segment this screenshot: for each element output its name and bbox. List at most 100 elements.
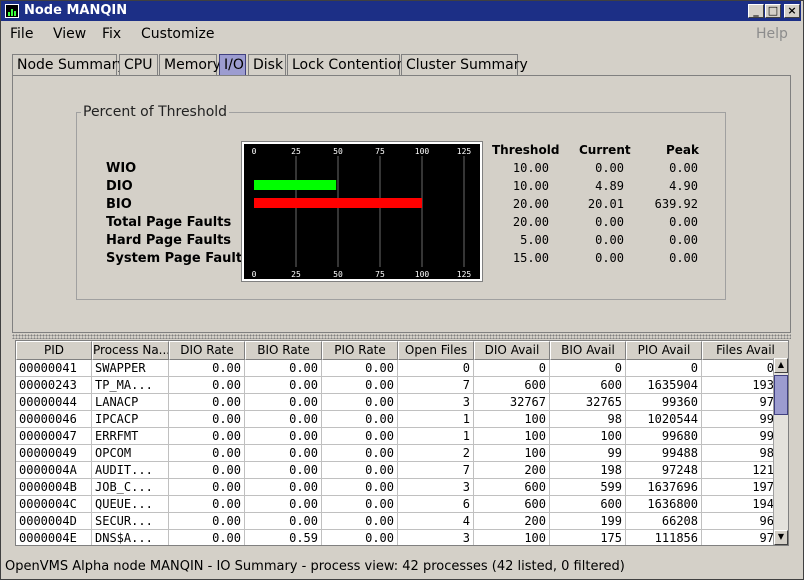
table-cell: 0 xyxy=(398,360,474,377)
table-cell: DNS$A... xyxy=(92,530,169,545)
table-cell: 3 xyxy=(398,479,474,496)
table-cell: 0.00 xyxy=(322,496,398,513)
table-row[interactable]: 0000004A AUDIT... 0.00 0.00 0.00 7 200 198 97248… xyxy=(16,462,788,479)
table-cell: 0 xyxy=(626,360,702,377)
header-bio-rate[interactable]: BIO Rate xyxy=(245,341,322,360)
total-page-faults-current: 0.00 xyxy=(595,215,624,229)
menu-file[interactable]: File xyxy=(10,26,33,42)
table-cell: 193 xyxy=(702,377,778,394)
metric-label-bio: BIO xyxy=(106,197,132,212)
header-pio-avail[interactable]: PIO Avail xyxy=(626,341,702,360)
table-cell: ERRFMT xyxy=(92,428,169,445)
minimize-button[interactable]: _ xyxy=(748,4,764,18)
table-cell: 1637696 xyxy=(626,479,702,496)
table-cell: 121 xyxy=(702,462,778,479)
table-row[interactable]: 00000049 OPCOM 0.00 0.00 0.00 2 100 99 99488 98 xyxy=(16,445,788,462)
table-cell: 600 xyxy=(550,377,626,394)
table-row[interactable]: 0000004D SECUR... 0.00 0.00 0.00 4 200 199 66208… xyxy=(16,513,788,530)
table-cell: 00000049 xyxy=(16,445,92,462)
tab-io[interactable]: I/O xyxy=(219,54,246,75)
tab-memory[interactable]: Memory xyxy=(159,54,221,75)
table-cell: 100 xyxy=(474,428,550,445)
table-cell: 0.00 xyxy=(169,496,245,513)
table-row[interactable]: 0000004E DNS$A... 0.00 0.59 0.00 3 100 175 11185… xyxy=(16,530,788,545)
table-cell: 100 xyxy=(474,445,550,462)
table-cell: 0.00 xyxy=(169,377,245,394)
chart-tick-label-top: 25 xyxy=(291,147,301,156)
scroll-thumb[interactable] xyxy=(774,375,788,415)
table-cell: 0.00 xyxy=(245,428,322,445)
chart-tick-label-bottom: 125 xyxy=(457,270,472,279)
header-pid[interactable]: PID xyxy=(16,341,92,360)
scroll-down-arrow-icon[interactable]: ▼ xyxy=(774,530,788,545)
table-cell: 7 xyxy=(398,462,474,479)
table-row[interactable]: 00000041 SWAPPER 0.00 0.00 0.00 0 0 0 0 0 xyxy=(16,360,788,377)
tab-cluster-summary[interactable]: Cluster Summary xyxy=(401,54,528,75)
tab-node-summary[interactable]: Node Summary xyxy=(12,54,126,75)
close-button[interactable]: × xyxy=(784,4,800,18)
table-cell: 0.00 xyxy=(169,530,245,545)
bio-current: 20.01 xyxy=(587,197,624,211)
table-cell: 0.00 xyxy=(322,428,398,445)
table-cell: LANACP xyxy=(92,394,169,411)
menu-fix[interactable]: Fix xyxy=(102,26,121,42)
table-cell: 0.00 xyxy=(169,360,245,377)
table-cell: 66208 xyxy=(626,513,702,530)
tab-cpu[interactable]: CPU xyxy=(119,54,158,75)
table-cell: 0.59 xyxy=(245,530,322,545)
tab-disk[interactable]: Disk xyxy=(248,54,286,75)
menu-view[interactable]: View xyxy=(53,26,86,42)
app-chart-icon xyxy=(5,4,19,18)
process-table: PID Process Na... DIO Rate BIO Rate PIO … xyxy=(15,340,789,546)
table-cell: 99680 xyxy=(626,428,702,445)
table-row[interactable]: 00000243 TP_MA... 0.00 0.00 0.00 7 600 600 16359… xyxy=(16,377,788,394)
table-cell: 32765 xyxy=(550,394,626,411)
table-row[interactable]: 00000044 LANACP 0.00 0.00 0.00 3 32767 32765 993… xyxy=(16,394,788,411)
dio-peak: 4.90 xyxy=(669,179,698,193)
chart-background xyxy=(244,144,480,279)
table-cell: SWAPPER xyxy=(92,360,169,377)
hard-page-faults-current: 0.00 xyxy=(595,233,624,247)
metric-label-system-page-faults: System Page Faults xyxy=(106,251,250,266)
table-row[interactable]: 00000046 IPCACP 0.00 0.00 0.00 1 100 98 1020544 9… xyxy=(16,411,788,428)
table-cell: IPCACP xyxy=(92,411,169,428)
chart-tick-label-top: 50 xyxy=(333,147,343,156)
table-vertical-scrollbar[interactable]: ▲ ▼ xyxy=(773,358,788,545)
maximize-button[interactable]: □ xyxy=(765,4,781,18)
table-cell: 0.00 xyxy=(169,462,245,479)
chart-tick-label-top: 75 xyxy=(375,147,385,156)
table-cell: 600 xyxy=(474,479,550,496)
header-process-name[interactable]: Process Na... xyxy=(92,341,169,360)
table-cell: 99 xyxy=(702,411,778,428)
table-cell: 0000004C xyxy=(16,496,92,513)
table-row[interactable]: 00000047 ERRFMT 0.00 0.00 0.00 1 100 100 99680 99 xyxy=(16,428,788,445)
chart-tick-label-bottom: 0 xyxy=(252,270,257,279)
chart-tick-label-bottom: 25 xyxy=(291,270,301,279)
table-cell: 97 xyxy=(702,394,778,411)
table-cell: 00000046 xyxy=(16,411,92,428)
table-cell: 0.00 xyxy=(322,445,398,462)
header-dio-avail[interactable]: DIO Avail xyxy=(474,341,550,360)
scroll-up-arrow-icon[interactable]: ▲ xyxy=(774,358,788,373)
header-dio-rate[interactable]: DIO Rate xyxy=(169,341,245,360)
header-open-files[interactable]: Open Files xyxy=(398,341,474,360)
table-cell: 0.00 xyxy=(322,479,398,496)
table-cell: 0.00 xyxy=(169,428,245,445)
wio-current: 0.00 xyxy=(595,161,624,175)
col-threshold-header: Threshold xyxy=(492,143,560,157)
wio-threshold: 10.00 xyxy=(512,161,549,175)
metric-label-wio: WIO xyxy=(106,161,137,176)
table-cell: 0.00 xyxy=(169,445,245,462)
table-cell: 4 xyxy=(398,513,474,530)
table-cell: 0.00 xyxy=(169,411,245,428)
table-cell: 0.00 xyxy=(245,445,322,462)
table-cell: SECUR... xyxy=(92,513,169,530)
table-row[interactable]: 0000004C QUEUE... 0.00 0.00 0.00 6 600 600 16368… xyxy=(16,496,788,513)
table-row[interactable]: 0000004B JOB_C... 0.00 0.00 0.00 3 600 599 16376… xyxy=(16,479,788,496)
menu-customize[interactable]: Customize xyxy=(141,26,215,42)
header-bio-avail[interactable]: BIO Avail xyxy=(550,341,626,360)
tab-lock-contention[interactable]: Lock Contention xyxy=(287,54,405,75)
header-pio-rate[interactable]: PIO Rate xyxy=(322,341,398,360)
table-cell: 200 xyxy=(474,462,550,479)
pane-splitter[interactable] xyxy=(12,334,791,339)
